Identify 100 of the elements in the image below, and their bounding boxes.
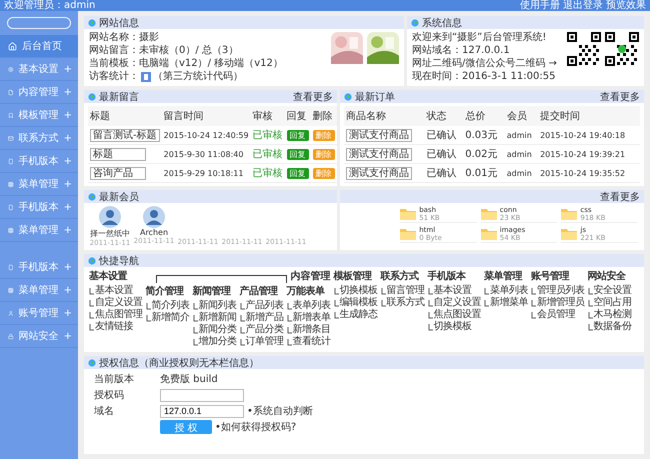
- table-cell: 2015-9-29 10:18:11: [164, 168, 244, 178]
- nav-link[interactable]: 切换模板: [334, 285, 378, 297]
- nav-heading: 产品管理: [240, 284, 279, 298]
- folder-icon: [561, 228, 578, 240]
- nav-link[interactable]: 表单列表: [286, 300, 330, 312]
- nav-link[interactable]: 新增条目: [286, 324, 330, 336]
- nav-link[interactable]: 管理员列表: [531, 285, 584, 297]
- column-header: 会员: [504, 106, 538, 126]
- nav-link[interactable]: 自定义设置: [89, 297, 142, 309]
- nav-link[interactable]: 增加分类: [192, 336, 236, 348]
- expand-icon: +: [64, 202, 72, 212]
- nav-link[interactable]: 新增新闻: [192, 312, 236, 324]
- column-header: 回复: [284, 106, 311, 126]
- top-link[interactable]: 使用手册: [520, 0, 560, 11]
- sidebar-item[interactable]: 后台首页: [0, 35, 78, 58]
- more-link[interactable]: 查看更多: [600, 190, 640, 204]
- panel-title: 最新会员: [99, 190, 140, 204]
- nav-link[interactable]: 空间占用: [588, 297, 632, 309]
- license-code-field[interactable]: [160, 388, 244, 402]
- menu-item-icon: [8, 156, 14, 166]
- nav-link[interactable]: 焦点图设置: [428, 309, 481, 321]
- nav-link[interactable]: 友情链接: [89, 321, 142, 333]
- folder-icon: [480, 208, 497, 220]
- nav-link[interactable]: 基本设置: [89, 285, 142, 297]
- field-label: 授权码: [94, 388, 125, 402]
- menu-item-icon: [8, 202, 14, 212]
- reply-button[interactable]: 回复: [286, 130, 309, 140]
- more-link[interactable]: 查看更多: [293, 90, 334, 104]
- avatar-icon: [99, 206, 121, 228]
- expand-icon: +: [64, 262, 72, 272]
- group-label: 内容管理: [290, 269, 330, 283]
- panel-title: 最新留言: [99, 90, 140, 104]
- top-link[interactable]: 预览效果: [606, 0, 646, 11]
- info-line: 现在时间：2016-3-1 11:00:55: [412, 71, 556, 83]
- nav-link[interactable]: 编辑模板: [334, 297, 378, 309]
- table-cell: 0.01元: [465, 168, 498, 179]
- nav-link[interactable]: 新闻分类: [192, 324, 236, 336]
- table-cell: 2015-10-24 19:39:21: [540, 150, 626, 158]
- search-field[interactable]: [7, 17, 71, 29]
- nav-link[interactable]: 切换模板: [428, 321, 481, 333]
- member-name[interactable]: Archen: [140, 228, 168, 237]
- leaf-icon: [88, 192, 96, 200]
- nav-link[interactable]: 会员管理: [531, 309, 584, 321]
- info-line: 网站域名：127.0.0.1: [412, 45, 511, 57]
- column-header: 标题: [88, 106, 162, 126]
- title-field[interactable]: 咨询产品: [90, 166, 146, 180]
- panel-title: 最新订单: [355, 90, 396, 104]
- product-field[interactable]: 测试支付商品: [346, 128, 412, 142]
- product-field[interactable]: 测试支付商品: [346, 148, 412, 160]
- expand-icon: +: [64, 156, 72, 166]
- reply-button[interactable]: 回复: [286, 148, 309, 160]
- leaf-icon: [88, 18, 96, 26]
- member-name[interactable]: 择一然纸中: [90, 228, 130, 239]
- nav-link[interactable]: 数据备份: [588, 321, 632, 333]
- info-line: 网站留言：未审核（0）/ 总（3）: [89, 45, 240, 57]
- nav-link[interactable]: 简介列表: [146, 300, 190, 312]
- table-cell: 已确认: [426, 149, 456, 160]
- nav-heading: 新闻管理: [192, 284, 232, 298]
- title-field[interactable]: 标题: [90, 148, 146, 160]
- nav-link[interactable]: 自定义设置: [428, 297, 481, 309]
- more-link[interactable]: 查看更多: [600, 90, 640, 104]
- nav-link[interactable]: 生成静态: [334, 309, 378, 321]
- menu-item-icon: [8, 64, 14, 74]
- menu-item-icon: [8, 286, 14, 294]
- nav-link[interactable]: 订单管理: [240, 336, 284, 348]
- nav-link[interactable]: 新闻列表: [192, 300, 236, 312]
- nav-link[interactable]: 新增产品: [240, 312, 284, 324]
- reply-button[interactable]: 回复: [286, 168, 309, 178]
- column-header: 审核: [250, 106, 285, 126]
- expand-icon: +: [64, 86, 72, 98]
- table-cell: 已确认: [426, 130, 456, 141]
- nav-link[interactable]: 产品列表: [240, 300, 284, 312]
- menu-item-icon: [8, 180, 14, 188]
- top-link[interactable]: 退出登录: [563, 0, 603, 11]
- nav-link[interactable]: 新增菜单: [484, 297, 528, 309]
- nav-link[interactable]: 新增表单: [286, 312, 330, 324]
- column-header: 留言时间: [162, 106, 251, 126]
- leaf-icon: [344, 92, 352, 100]
- avatar-icon: [143, 206, 165, 228]
- title-field[interactable]: 留言测试-标题: [90, 128, 160, 142]
- nav-link[interactable]: 新增简介: [146, 312, 190, 324]
- panel-title: 授权信息（商业授权则无本栏信息）: [99, 356, 260, 370]
- help-link[interactable]: •如何获得授权码?: [215, 420, 296, 434]
- nav-link[interactable]: 联系方式: [380, 297, 424, 309]
- nav-link[interactable]: 安全设置: [588, 285, 632, 297]
- status-text: 已审核: [252, 149, 283, 160]
- nav-link[interactable]: 木马检测: [588, 309, 632, 321]
- nav-link[interactable]: 焦点图管理: [89, 309, 142, 321]
- nav-link[interactable]: 新增管理员: [531, 297, 584, 309]
- nav-link[interactable]: 留言管理: [380, 285, 424, 297]
- info-line: 欢迎来到“摄影”后台管理系统!: [412, 32, 548, 44]
- nav-link[interactable]: 菜单列表: [484, 285, 528, 297]
- nav-link[interactable]: 查看统计: [286, 336, 330, 348]
- nav-heading: 模板管理: [334, 270, 373, 283]
- domain-field[interactable]: 127.0.0.1: [160, 404, 244, 418]
- nav-link[interactable]: 产品分类: [240, 324, 284, 336]
- column-header: 提交时间: [538, 106, 640, 126]
- product-field[interactable]: 测试支付商品: [346, 166, 412, 180]
- qr-code: [605, 32, 639, 66]
- nav-link[interactable]: 基本设置: [428, 285, 481, 297]
